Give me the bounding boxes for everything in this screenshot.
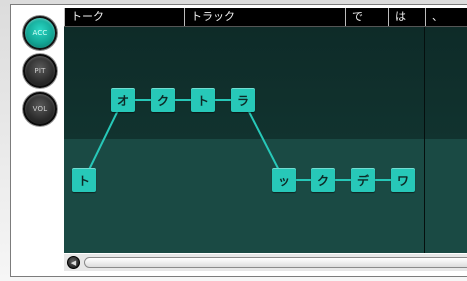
mora-note[interactable]: ラ bbox=[231, 88, 255, 112]
vol-mode-button[interactable]: VOL bbox=[23, 92, 57, 126]
vol-mode-label: VOL bbox=[32, 105, 48, 113]
mora-note[interactable]: オ bbox=[111, 88, 135, 112]
accent-editor[interactable]: トーク トラック で は 、 ト オ ク ト ラ ッ ク デ ワ bbox=[64, 8, 467, 253]
accent-link-lines bbox=[83, 99, 403, 181]
mora-note[interactable]: ク bbox=[311, 168, 335, 192]
acc-mode-label: ACC bbox=[32, 29, 48, 37]
pit-mode-label: PIT bbox=[34, 67, 46, 75]
pit-mode-button[interactable]: PIT bbox=[23, 54, 57, 88]
acc-mode-button[interactable]: ACC bbox=[23, 16, 57, 50]
mora-note[interactable]: ト bbox=[191, 88, 215, 112]
scroll-thumb[interactable] bbox=[84, 257, 467, 268]
scroll-left-button[interactable]: ◀ bbox=[67, 256, 80, 269]
mora-note[interactable]: ワ bbox=[391, 168, 415, 192]
triangle-left-icon: ◀ bbox=[70, 258, 77, 267]
mora-note[interactable]: ク bbox=[151, 88, 175, 112]
mora-note[interactable]: ト bbox=[72, 168, 96, 192]
mora-note[interactable]: ッ bbox=[272, 168, 296, 192]
horizontal-scrollbar[interactable]: ◀ bbox=[64, 254, 467, 271]
mora-note[interactable]: デ bbox=[351, 168, 375, 192]
